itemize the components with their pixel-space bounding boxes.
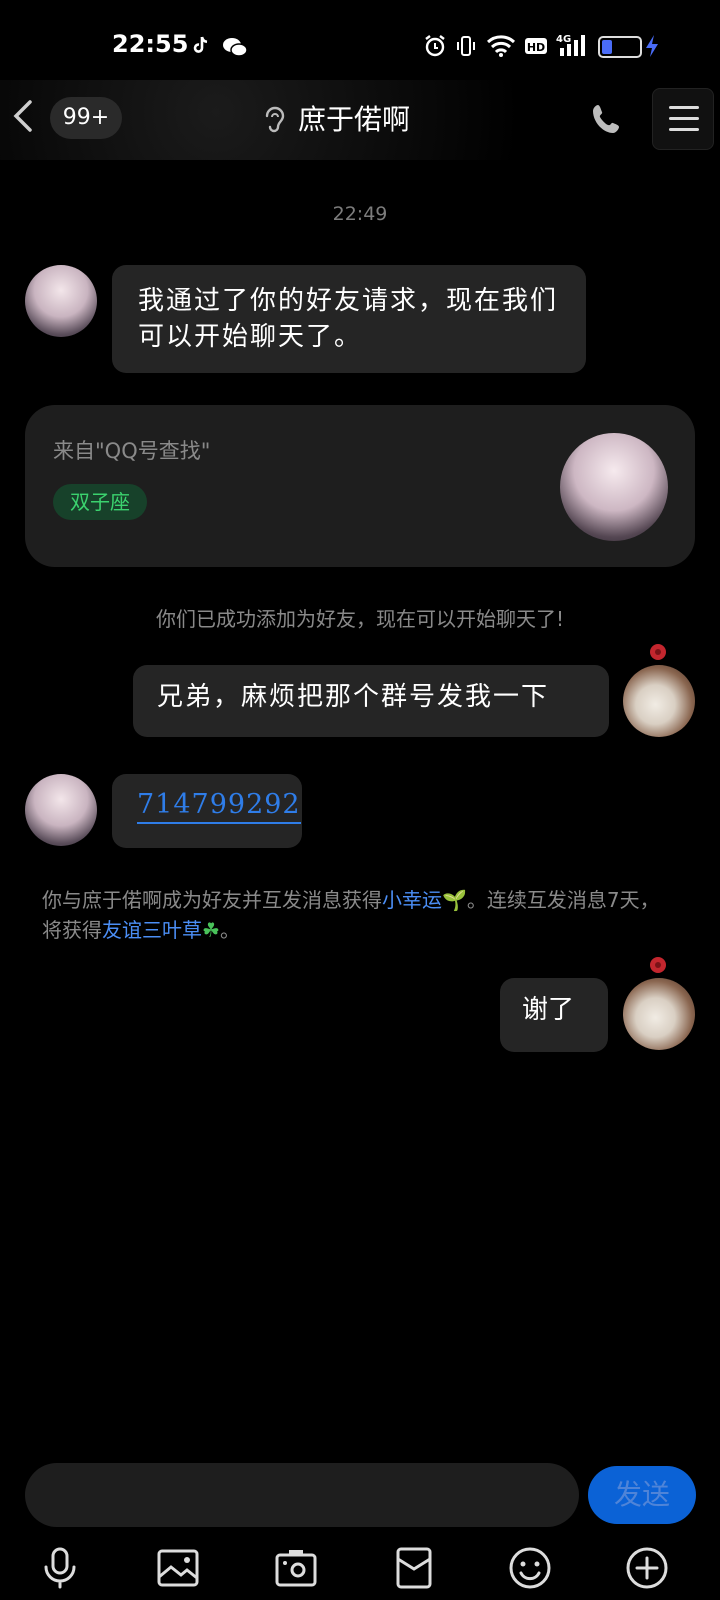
status-time: 22:55 bbox=[112, 30, 189, 58]
chat-title: 庶于偌啊 bbox=[298, 103, 411, 136]
friend-avatar[interactable] bbox=[25, 265, 97, 337]
flower-decoration-icon bbox=[647, 954, 669, 976]
wechat-icon bbox=[222, 36, 248, 58]
message-bubble-self[interactable]: 兄弟，麻烦把那个群号发我一下 bbox=[133, 665, 609, 737]
red-packet-icon[interactable] bbox=[391, 1545, 437, 1591]
camera-icon[interactable] bbox=[273, 1545, 319, 1591]
little-luck-link[interactable]: 小幸运 bbox=[382, 888, 442, 912]
svg-text:4G: 4G bbox=[556, 34, 571, 45]
friendship-clover-link[interactable]: 友谊三叶草 bbox=[102, 918, 202, 942]
unread-badge[interactable]: 99+ bbox=[50, 97, 122, 139]
friend-avatar[interactable] bbox=[25, 774, 97, 846]
message-bubble-friend[interactable]: 我通过了你的好友请求，现在我们可以开始聊天了。 bbox=[112, 265, 586, 373]
clover-icon: ☘ bbox=[202, 918, 220, 942]
chevron-left-icon bbox=[13, 100, 32, 132]
profile-card-avatar[interactable] bbox=[560, 433, 668, 541]
phone-icon bbox=[593, 105, 619, 133]
group-number-link[interactable]: 714799292 bbox=[137, 789, 301, 824]
message-timestamp: 22:49 bbox=[332, 203, 388, 225]
hd-icon: HD bbox=[524, 36, 548, 56]
friendship-reward-notice: 你与庶于偌啊成为好友并互发消息获得小幸运🌱。连续互发消息7天，将获得友谊三叶草☘… bbox=[42, 888, 660, 942]
self-avatar[interactable] bbox=[623, 978, 695, 1050]
message-input[interactable] bbox=[25, 1463, 579, 1527]
sprout-icon: 🌱 bbox=[442, 888, 467, 912]
message-bubble-friend[interactable]: 714799292 bbox=[112, 774, 302, 848]
charging-icon bbox=[644, 34, 660, 58]
self-avatar[interactable] bbox=[623, 665, 695, 737]
zodiac-tag: 双子座 bbox=[53, 484, 147, 520]
message-bubble-self[interactable]: 谢了 bbox=[500, 978, 608, 1052]
alarm-icon bbox=[424, 34, 446, 58]
flower-decoration-icon bbox=[647, 641, 669, 663]
ear-icon bbox=[262, 104, 286, 136]
signal-4g-icon: 4G bbox=[556, 32, 588, 58]
menu-button[interactable] bbox=[652, 88, 714, 150]
plus-icon[interactable] bbox=[624, 1545, 670, 1591]
menu-icon bbox=[669, 106, 699, 109]
vibrate-icon bbox=[456, 34, 476, 58]
image-icon[interactable] bbox=[155, 1545, 201, 1591]
profile-source: 来自"QQ号查找" bbox=[53, 439, 211, 463]
call-button[interactable] bbox=[590, 102, 624, 136]
tiktok-icon bbox=[190, 34, 212, 56]
svg-text:HD: HD bbox=[527, 41, 545, 54]
back-button[interactable] bbox=[10, 96, 36, 136]
system-message: 你们已成功添加为好友，现在可以开始聊天了! bbox=[155, 607, 565, 631]
battery-icon bbox=[598, 36, 642, 58]
wifi-icon bbox=[486, 34, 516, 58]
send-button[interactable]: 发送 bbox=[588, 1466, 696, 1524]
microphone-icon[interactable] bbox=[37, 1545, 83, 1591]
emoji-icon[interactable] bbox=[507, 1545, 553, 1591]
